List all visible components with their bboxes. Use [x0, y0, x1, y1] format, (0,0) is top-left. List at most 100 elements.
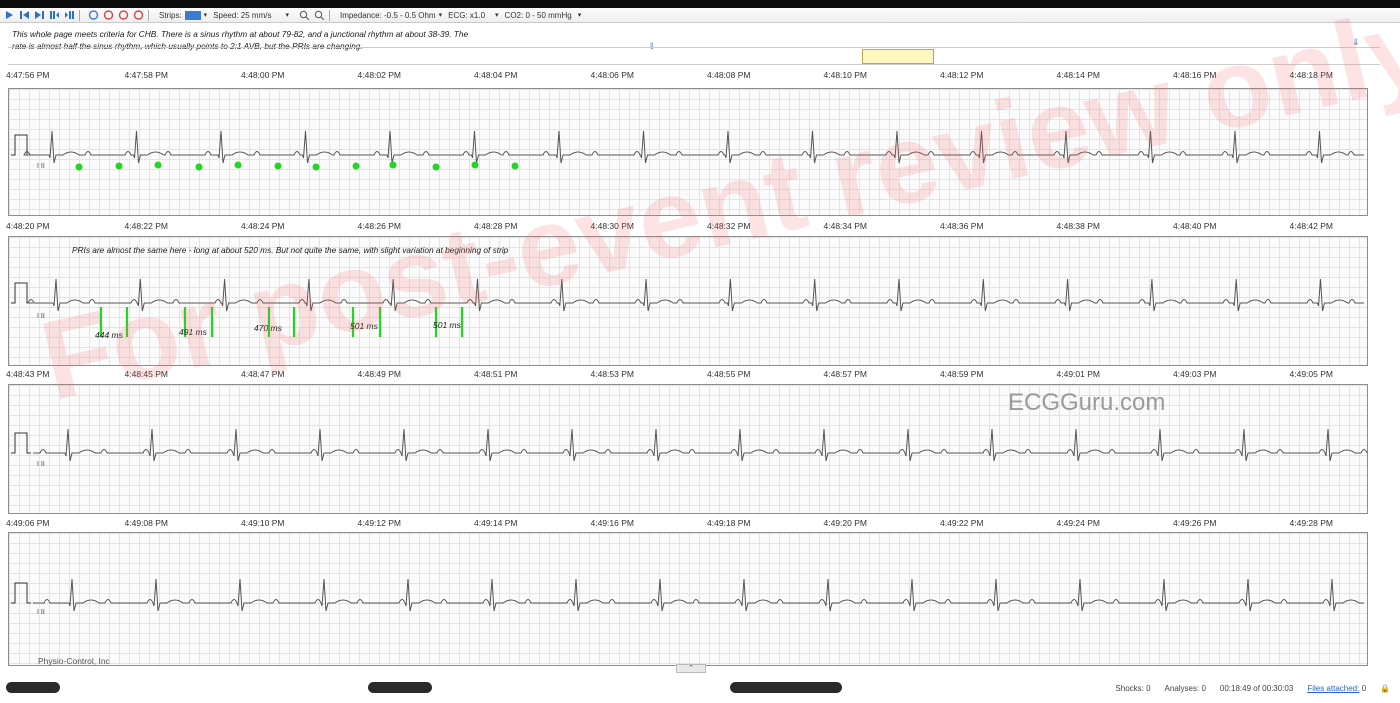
time-label: 4:49:26 PM — [1173, 518, 1217, 528]
zoom-out-icon[interactable] — [314, 10, 325, 21]
skip-forward-icon[interactable] — [64, 10, 75, 20]
redaction-mark — [368, 682, 432, 693]
files-attached-link[interactable]: Files attached: — [1307, 684, 1359, 693]
time-label: 4:49:10 PM — [241, 518, 285, 528]
p-wave-marker — [389, 161, 397, 169]
ecgguru-brand: ECGGuru.com — [1008, 389, 1166, 416]
time-label: 4:48:12 PM — [940, 70, 984, 80]
time-label: 4:48:32 PM — [707, 221, 751, 231]
time-label: 4:48:02 PM — [357, 70, 401, 80]
strip-4-time-axis: 4:49:06 PM 4:49:08 PM 4:49:10 PM 4:49:12 PM… — [6, 518, 1378, 530]
pri-label: 501 ms — [350, 321, 378, 331]
time-label: 4:49:12 PM — [357, 518, 401, 528]
zoom-in-icon[interactable] — [299, 10, 310, 21]
strip-3-time-axis: 4:48:43 PM 4:48:45 PM 4:48:47 PM 4:48:49 PM… — [6, 369, 1378, 381]
co2-control[interactable]: CO2: 0 - 50 mmHg ▾ — [505, 11, 582, 20]
scroll-handle[interactable]: ⌃ — [676, 664, 706, 673]
calibration-pulse — [11, 432, 31, 454]
p-wave-marker — [154, 161, 162, 169]
ecg-trace-4 — [11, 578, 1364, 612]
time-label: 4:48:16 PM — [1173, 70, 1217, 80]
time-label: 4:48:55 PM — [707, 369, 751, 379]
time-label: 4:48:24 PM — [241, 221, 285, 231]
time-label: 4:49:20 PM — [823, 518, 867, 528]
strips-control[interactable]: Strips: ▾ — [159, 10, 208, 20]
time-label: 4:48:10 PM — [823, 70, 867, 80]
impedance-value[interactable]: -0.5 - 0.5 Ohm — [384, 11, 436, 20]
speed-control[interactable]: Speed: 25 mm/s ▾ — [213, 11, 289, 20]
ecg-value[interactable]: x1.0 — [470, 11, 485, 20]
p-wave-marker — [195, 163, 203, 171]
chevron-down-icon[interactable]: ▾ — [204, 11, 208, 19]
time-label: 4:49:06 PM — [6, 518, 50, 528]
time-label: 4:49:16 PM — [590, 518, 634, 528]
ecg-waveform — [27, 278, 1364, 312]
event-marker-red-3-icon[interactable] — [133, 10, 144, 20]
p-wave-marker — [115, 162, 123, 170]
status-bar: Shocks: 0 Analyses: 0 00:18:49 of 00:30:… — [1115, 684, 1390, 693]
ecg-waveform — [33, 428, 1368, 462]
divider — [8, 47, 1380, 48]
time-label: 4:48:04 PM — [474, 70, 518, 80]
p-wave-marker — [274, 162, 282, 170]
divider — [8, 64, 1380, 65]
time-label: 4:48:38 PM — [1056, 221, 1100, 231]
event-marker-box[interactable] — [862, 49, 934, 64]
event-marker-icon[interactable] — [88, 10, 99, 20]
time-label: 4:49:08 PM — [124, 518, 168, 528]
annotation-note-chb: This whole page meets criteria for CHB. … — [12, 29, 469, 51]
time-label: 4:47:58 PM — [124, 70, 168, 80]
lock-icon[interactable]: 🔒 — [1380, 684, 1390, 693]
time-label: 4:49:28 PM — [1289, 518, 1333, 528]
time-label: 4:48:43 PM — [6, 369, 50, 379]
chevron-down-icon[interactable]: ▾ — [495, 11, 499, 19]
step-forward-icon[interactable] — [34, 10, 45, 20]
impedance-label: Impedance: — [339, 10, 382, 20]
co2-value[interactable]: 0 - 50 mmHg — [525, 11, 571, 20]
time-label: 4:48:18 PM — [1289, 70, 1333, 80]
ecg-strip-1[interactable]: I II — [8, 88, 1368, 216]
pri-label: 491 ms — [179, 327, 207, 337]
skip-back-icon[interactable] — [49, 10, 60, 20]
strips-select[interactable] — [184, 10, 201, 20]
ecg-gain-control[interactable]: ECG: x1.0 ▾ — [448, 11, 498, 20]
event-marker-red-2-icon[interactable] — [118, 10, 129, 20]
time-label: 4:48:45 PM — [124, 369, 168, 379]
toolbar-divider — [148, 9, 149, 21]
time-label: 4:48:34 PM — [823, 221, 867, 231]
chevron-down-icon[interactable]: ▾ — [439, 11, 443, 19]
lead-label: I II — [37, 313, 45, 320]
strip-1-time-axis: 4:47:56 PM 4:47:58 PM 4:48:00 PM 4:48:02 PM… — [6, 70, 1378, 82]
impedance-control[interactable]: Impedance: -0.5 - 0.5 Ohm ▾ — [340, 11, 442, 20]
play-icon[interactable] — [4, 10, 15, 20]
time-label: 4:48:00 PM — [241, 70, 285, 80]
time-label: 4:48:59 PM — [940, 369, 984, 379]
toolbar: Strips: ▾ Speed: 25 mm/s ▾ Impedance: -0… — [0, 8, 1400, 23]
time-label: 4:47:56 PM — [6, 70, 50, 80]
elapsed-time: 00:18:49 of 00:30:03 — [1219, 684, 1294, 693]
time-label: 4:49:14 PM — [474, 518, 518, 528]
event-marker-red-icon[interactable] — [103, 10, 114, 20]
shocks-count: Shocks: 0 — [1115, 684, 1151, 693]
time-label: 4:48:49 PM — [357, 369, 401, 379]
ecg-strip-4[interactable]: I II — [8, 532, 1368, 666]
p-wave-marker — [312, 163, 320, 171]
speed-value[interactable]: 25 mm/s — [241, 11, 272, 20]
ecg-waveform — [23, 130, 1364, 164]
calibration-pulse — [11, 582, 31, 604]
lead-label: I II — [37, 461, 45, 468]
ecg-label: ECG: — [448, 10, 468, 20]
analyses-count: Analyses: 0 — [1164, 684, 1206, 693]
time-label: 4:48:36 PM — [940, 221, 984, 231]
manufacturer-label: Physio-Control, Inc — [38, 656, 110, 666]
time-label: 4:48:40 PM — [1173, 221, 1217, 231]
time-label: 4:49:24 PM — [1056, 518, 1100, 528]
pri-label: 470 ms — [254, 323, 282, 333]
time-label: 4:48:57 PM — [823, 369, 867, 379]
time-label: 4:49:01 PM — [1056, 369, 1100, 379]
chevron-down-icon[interactable]: ▾ — [285, 11, 289, 19]
step-back-icon[interactable] — [19, 10, 30, 20]
toolbar-divider — [79, 9, 80, 21]
chevron-down-icon[interactable]: ▾ — [578, 11, 582, 19]
time-label: 4:49:03 PM — [1173, 369, 1217, 379]
